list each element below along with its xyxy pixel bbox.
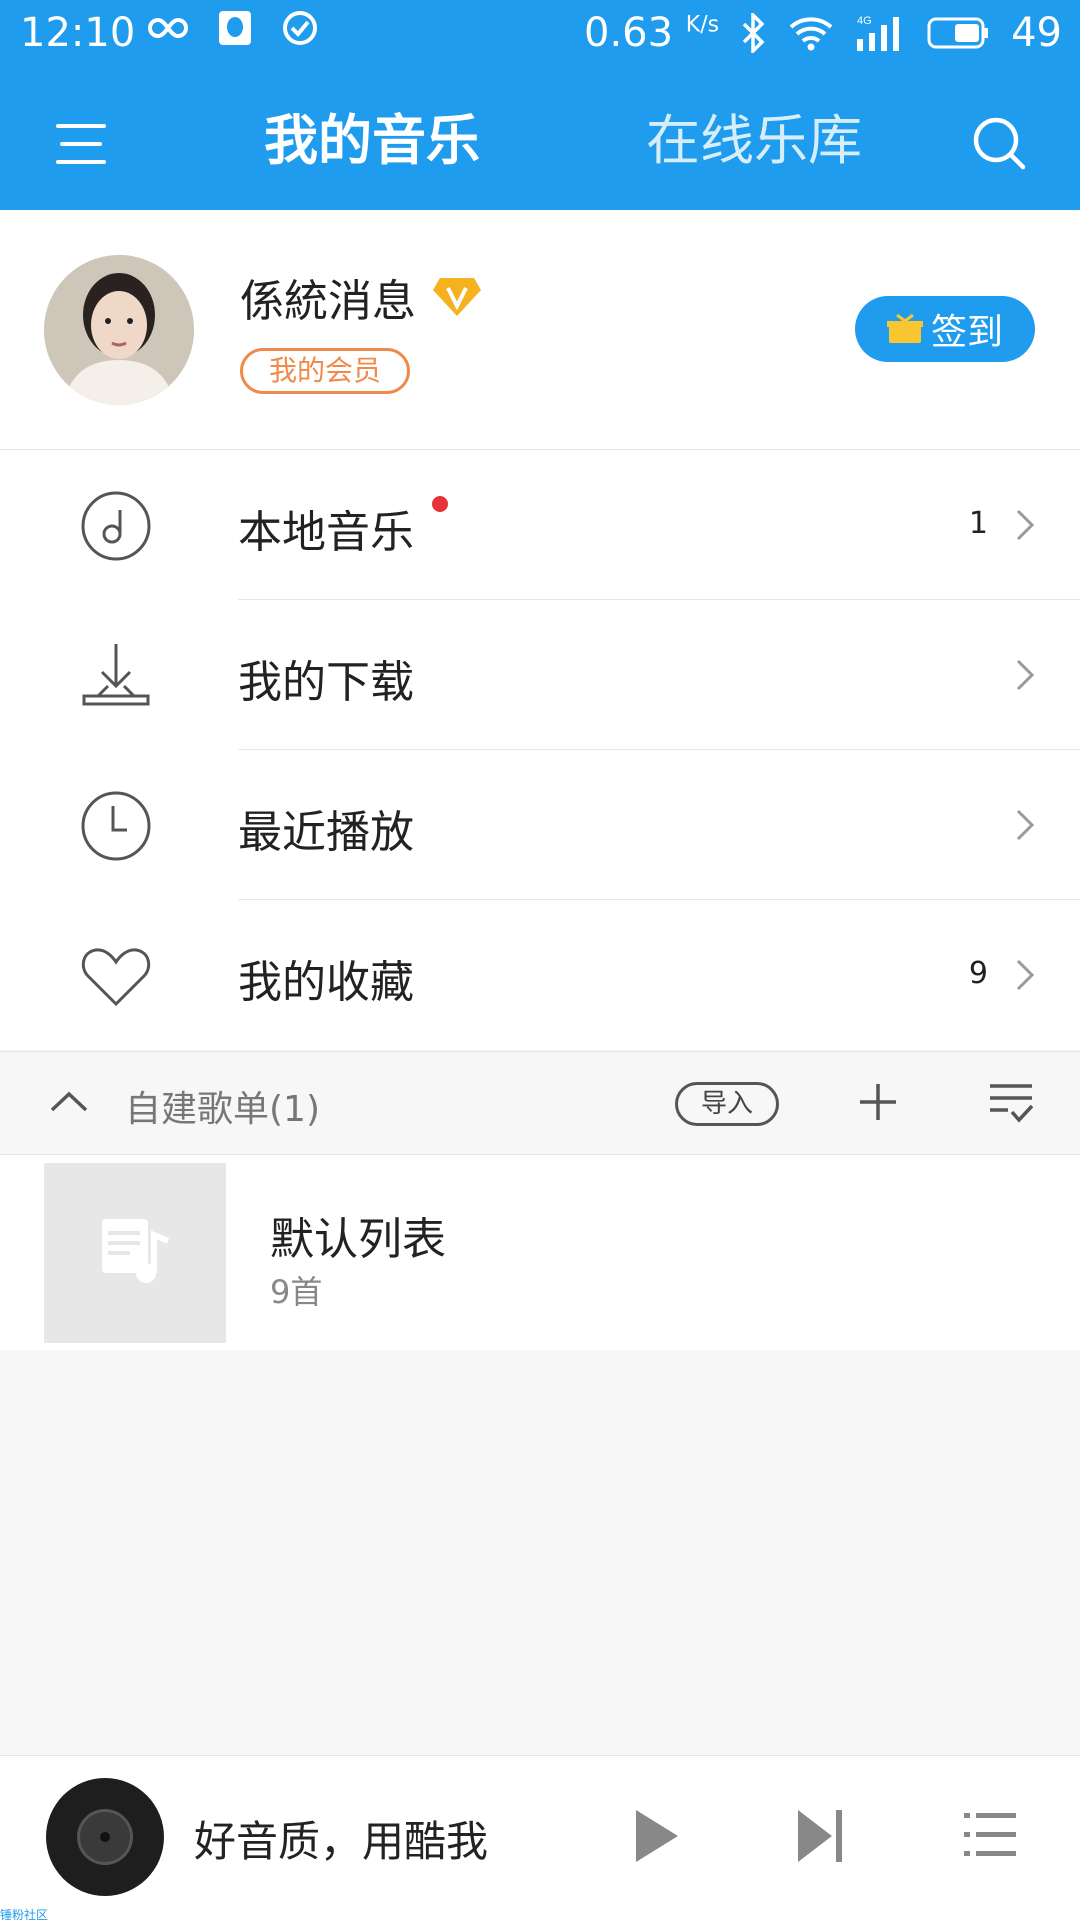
battery-icon — [927, 17, 989, 49]
my-music-menu: 本地音乐 1 我的下载 最近播放 我的收藏 9 — [0, 450, 1080, 1050]
import-button[interactable]: 导入 — [675, 1082, 779, 1126]
menu-item-label: 我的收藏 — [238, 957, 414, 1008]
status-notification-icons — [148, 10, 318, 46]
chevron-right-icon — [1016, 959, 1035, 991]
playlist-placeholder-icon — [102, 1219, 170, 1283]
username[interactable]: 係統消息 — [240, 265, 416, 329]
now-playing-text[interactable]: 好音质，用酷我 — [194, 1808, 488, 1869]
network-speed: 0.63 K/s — [584, 10, 720, 56]
profile-card: 係統消息 我的会员 签到 — [0, 210, 1080, 450]
playlist-item[interactable]: 默认列表 9首 — [0, 1155, 1080, 1350]
new-badge-dot — [432, 496, 448, 512]
album-disc[interactable] — [46, 1778, 164, 1896]
menu-item-count: 9 — [968, 956, 988, 991]
menu-line — [60, 142, 102, 146]
vip-diamond-icon — [433, 278, 481, 316]
watermark-text: 锤粉社区 — [0, 1908, 49, 1920]
menu-line — [56, 124, 106, 128]
tab-my-music[interactable]: 我的音乐 — [264, 106, 480, 176]
clock-icon — [81, 791, 151, 861]
drawer-menu-button[interactable] — [56, 116, 106, 172]
top-bar: 12:10 0.63 K/s 4G 49 我的音乐 在线乐库 — [0, 0, 1080, 210]
username-row: 係統消息 — [240, 265, 482, 329]
avatar-image — [44, 255, 194, 405]
manage-list-icon[interactable] — [988, 1082, 1034, 1124]
play-icon[interactable] — [632, 1808, 682, 1864]
wifi-icon — [789, 17, 833, 51]
playlist-cover — [44, 1163, 226, 1343]
chevron-right-icon — [1016, 509, 1035, 541]
plus-icon[interactable] — [858, 1082, 898, 1122]
signal-icon: 4G — [857, 15, 900, 51]
download-icon — [82, 644, 150, 706]
next-track-icon[interactable] — [796, 1808, 846, 1864]
battery-level: 49 — [1011, 10, 1062, 56]
menu-line — [56, 160, 106, 164]
bluetooth-icon — [742, 13, 765, 53]
infinity-icon — [148, 17, 188, 39]
svg-text:4G: 4G — [857, 15, 872, 27]
nav-bar: 我的音乐 在线乐库 — [0, 96, 1080, 192]
menu-item-count: 1 — [968, 506, 988, 541]
avatar[interactable] — [44, 255, 194, 405]
menu-item-label: 本地音乐 — [238, 507, 414, 558]
signin-button[interactable]: 签到 — [855, 296, 1035, 362]
menu-item-downloads[interactable]: 我的下载 — [0, 600, 1080, 750]
vip-membership-button[interactable]: 我的会员 — [240, 348, 411, 394]
playlist-section-title[interactable]: 自建歌单(1) — [125, 1080, 320, 1132]
menu-item-recent[interactable]: 最近播放 — [0, 750, 1080, 900]
chevron-up-icon[interactable] — [48, 1082, 90, 1124]
tab-online-library[interactable]: 在线乐库 — [646, 106, 862, 176]
playlist-queue-icon[interactable] — [962, 1810, 1018, 1860]
check-circle-icon — [283, 11, 317, 45]
search-icon[interactable] — [970, 114, 1030, 174]
chevron-right-icon — [1016, 809, 1035, 841]
playlist-name: 默认列表 — [270, 1214, 446, 1265]
playlist-song-count: 9首 — [270, 1273, 323, 1311]
status-time: 12:10 — [20, 10, 136, 56]
menu-item-local-music[interactable]: 本地音乐 1 — [0, 450, 1080, 600]
mini-player[interactable]: 好音质，用酷我 — [0, 1755, 1080, 1920]
app-root: 12:10 0.63 K/s 4G 49 我的音乐 在线乐库 係統消息 我的会员… — [0, 0, 1080, 1920]
playlist-section-header: 自建歌单(1) 导入 — [0, 1051, 1080, 1155]
chevron-right-icon — [1016, 659, 1035, 691]
heart-icon — [81, 948, 151, 1007]
signin-label: 签到 — [930, 312, 1003, 353]
menu-item-label: 最近播放 — [238, 807, 414, 858]
music-note-icon — [81, 491, 151, 561]
qq-icon — [219, 11, 251, 45]
status-system-icons: 0.63 K/s 4G 49 — [584, 10, 1062, 56]
menu-item-favorites[interactable]: 我的收藏 9 — [0, 900, 1080, 1050]
menu-item-label: 我的下载 — [238, 657, 414, 708]
status-bar: 12:10 0.63 K/s 4G 49 — [0, 0, 1080, 66]
gift-icon — [886, 313, 923, 343]
